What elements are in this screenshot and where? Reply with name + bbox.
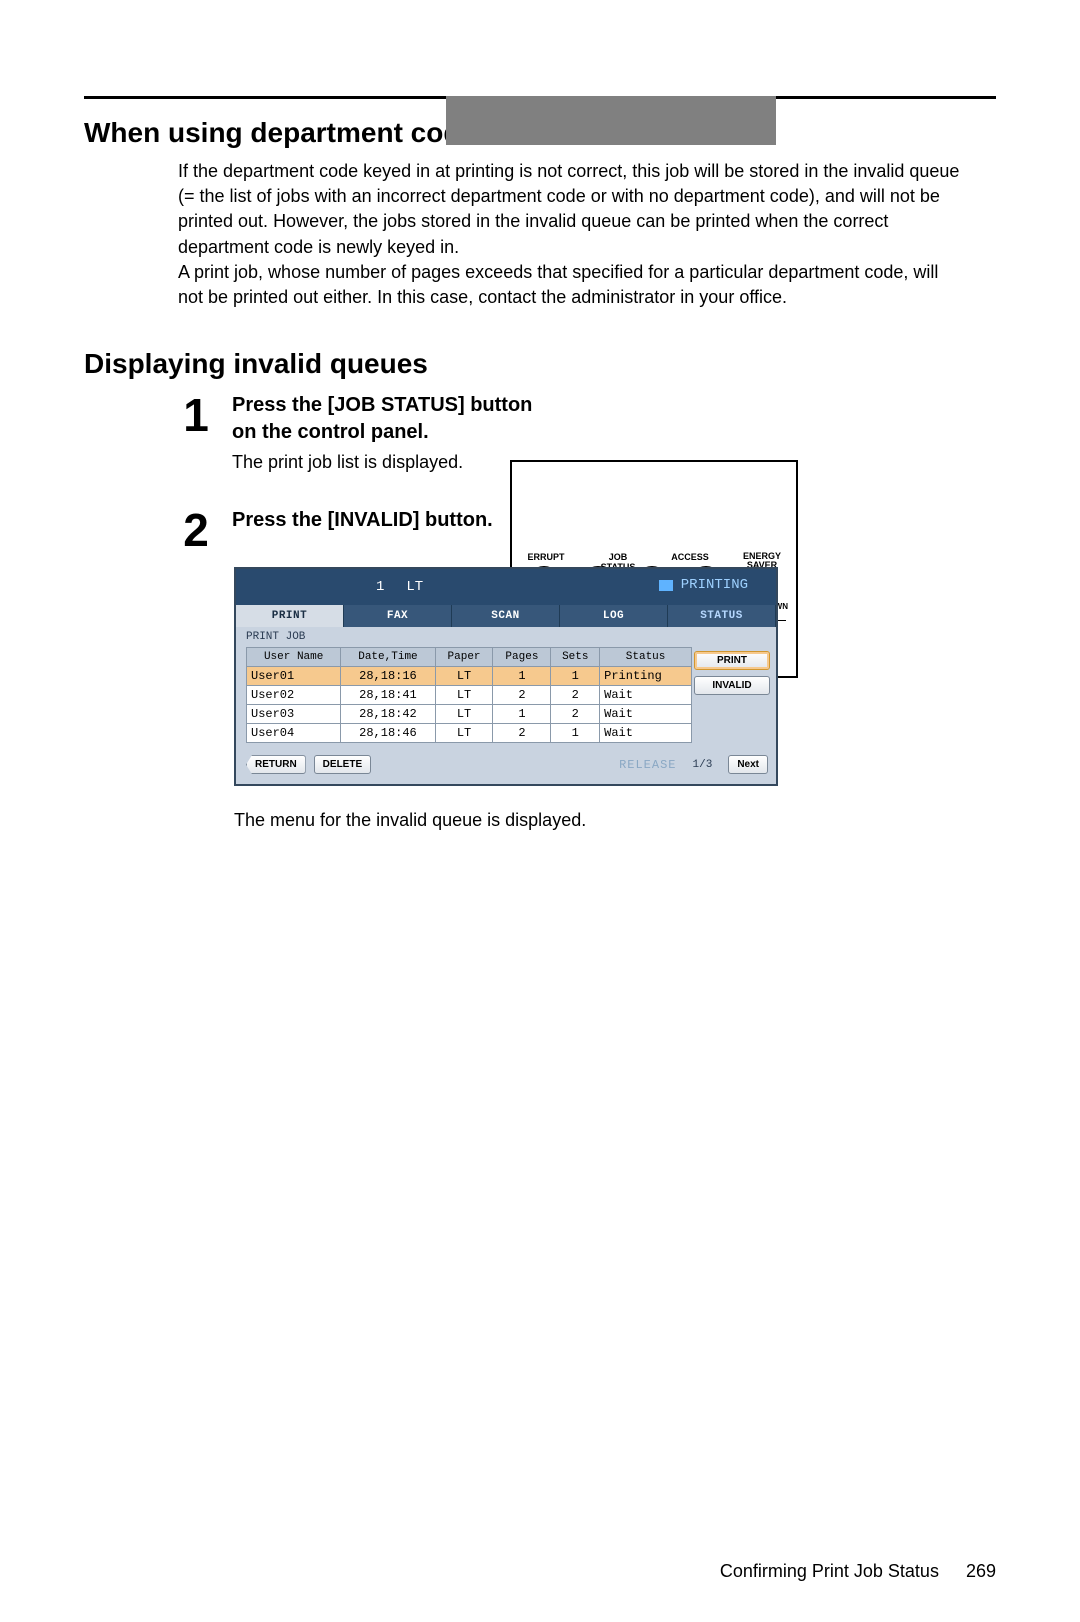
cell-dt: 28,18:41 [341,686,435,705]
step-1-title: Press the [JOB STATUS] button on the con… [232,392,542,446]
cell-status: Wait [600,686,692,705]
cell-sets: 1 [551,667,600,686]
cell-sets: 1 [551,724,600,743]
col-user: User Name [247,648,341,667]
header-gray-block [446,96,776,145]
screen-header-status: PRINTING [681,577,748,593]
cell-status: Wait [600,724,692,743]
cell-pages: 2 [493,686,551,705]
cell-user: User01 [247,667,341,686]
cell-status: Wait [600,705,692,724]
cell-sets: 2 [551,705,600,724]
job-table: User Name Date,Time Paper Pages Sets Sta… [246,647,692,743]
step-1-number: 1 [178,392,214,438]
screen-header-paper: LT [406,579,423,595]
page-indicator: 1/3 [693,759,713,771]
table-row[interactable]: User0328,18:42LT12Wait [247,705,692,724]
step-2-number: 2 [178,507,214,553]
tab-scan[interactable]: SCAN [452,605,560,627]
screen-tabs: PRINT FAX SCAN LOG STATUS [236,605,776,627]
return-button[interactable]: RETURN [246,755,306,774]
invalid-side-button[interactable]: INVALID [694,676,770,695]
print-side-button[interactable]: PRINT [694,651,770,670]
tab-fax[interactable]: FAX [344,605,452,627]
col-paper: Paper [435,648,493,667]
cell-status: Printing [600,667,692,686]
footer-title: Confirming Print Job Status [720,1561,939,1581]
tab-log[interactable]: LOG [560,605,668,627]
cell-pages: 1 [493,667,551,686]
col-status: Status [600,648,692,667]
section-heading-invalid-queues: Displaying invalid queues [84,348,996,380]
cell-paper: LT [435,724,493,743]
col-pages: Pages [493,648,551,667]
col-datetime: Date,Time [341,648,435,667]
cell-paper: LT [435,667,493,686]
next-button[interactable]: Next [728,755,768,774]
cell-sets: 2 [551,686,600,705]
section1-paragraph: If the department code keyed in at print… [178,159,968,310]
step-2-desc: The menu for the invalid queue is displa… [234,810,996,831]
screen-header-count: 1 [376,579,384,595]
cell-pages: 2 [493,724,551,743]
tab-status[interactable]: STATUS [668,605,776,627]
cell-user: User03 [247,705,341,724]
cell-paper: LT [435,686,493,705]
cell-user: User02 [247,686,341,705]
table-row[interactable]: User0128,18:16LT11Printing [247,667,692,686]
table-row[interactable]: User0428,18:46LT21Wait [247,724,692,743]
cell-dt: 28,18:46 [341,724,435,743]
footer-page-number: 269 [966,1561,996,1581]
tab-print[interactable]: PRINT [236,605,344,627]
page-footer: Confirming Print Job Status 269 [720,1561,996,1582]
screen-subheader: PRINT JOB [236,627,776,647]
cell-pages: 1 [493,705,551,724]
release-label: RELEASE [619,758,676,772]
job-status-screen: 1 LT PRINTING PRINT FAX SCAN LOG STATUS … [234,567,778,786]
col-sets: Sets [551,648,600,667]
table-row[interactable]: User0228,18:41LT22Wait [247,686,692,705]
printer-icon [659,580,673,591]
cell-dt: 28,18:42 [341,705,435,724]
cell-paper: LT [435,705,493,724]
cell-dt: 28,18:16 [341,667,435,686]
cell-user: User04 [247,724,341,743]
delete-button[interactable]: DELETE [314,755,371,774]
